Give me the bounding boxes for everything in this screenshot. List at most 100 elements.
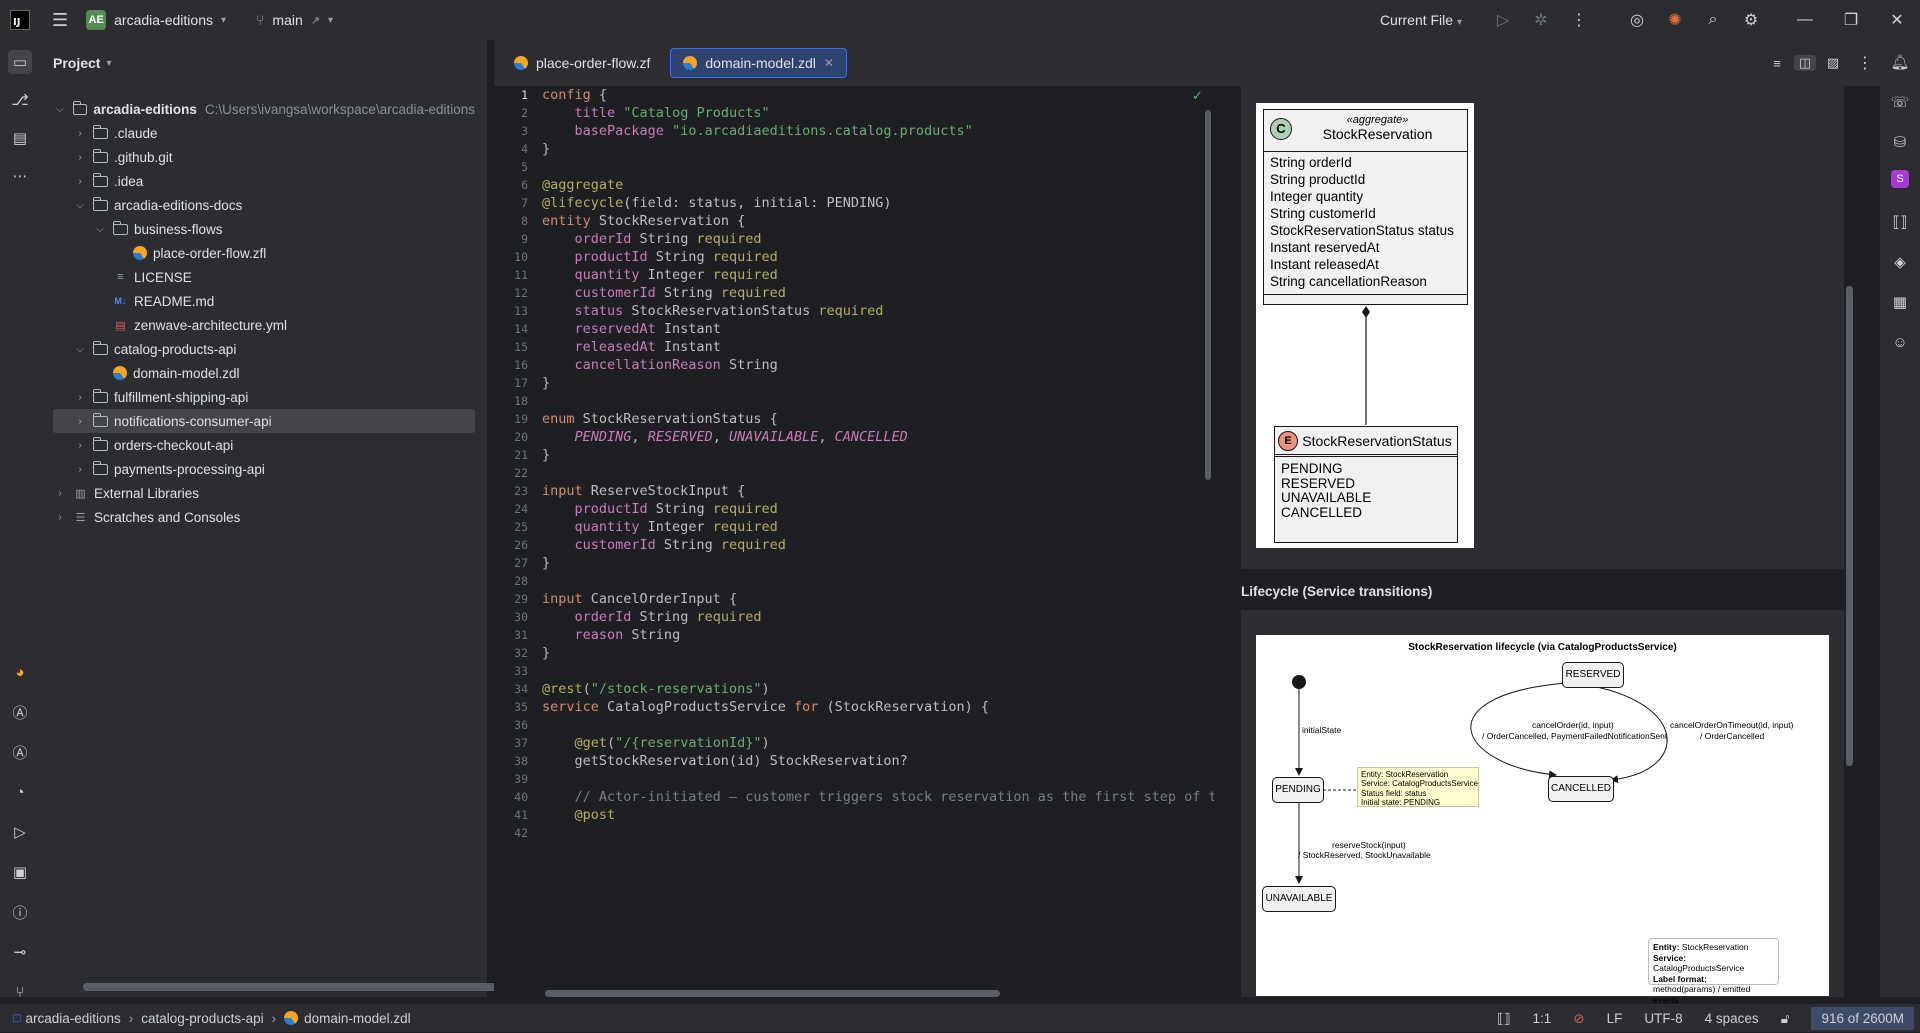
chevron-down-icon[interactable]: ⌵ — [53, 104, 67, 115]
tree-item[interactable]: domain-model.zdl — [53, 361, 475, 385]
restore-icon[interactable]: ❐ — [1828, 10, 1874, 30]
notifications-icon[interactable]: 🔔︎ — [1888, 50, 1912, 74]
tree-item[interactable]: ≡ LICENSE — [53, 265, 475, 289]
chevron-down-icon[interactable]: ⌵ — [73, 200, 87, 211]
code-line: } — [542, 555, 551, 571]
git-commit-icon[interactable]: ⊸ — [8, 940, 32, 964]
main-menu-icon[interactable]: ☰ — [52, 10, 68, 31]
code-line: basePackage "io.arcadiaeditions.catalog.… — [574, 123, 973, 139]
split-view-icon[interactable]: ◫ — [1794, 55, 1816, 71]
debug-icon[interactable]: ✲ — [1522, 10, 1560, 30]
more-actions-icon[interactable]: ⋮ — [1560, 10, 1598, 30]
copilot-icon[interactable]: ◈ — [1888, 250, 1912, 274]
tab-place-order-flow[interactable]: place-order-flow.zf — [502, 48, 662, 78]
tree-item[interactable]: › fulfillment-shipping-api — [53, 385, 475, 409]
breadcrumb-file[interactable]: domain-model.zdl — [304, 1011, 411, 1026]
project-switcher[interactable]: AE arcadia-editions ▾ — [86, 10, 226, 30]
line-separator[interactable]: LF — [1607, 1011, 1623, 1026]
tree-item-label: External Libraries — [94, 485, 200, 501]
tree-item[interactable]: › ▥ External Libraries — [53, 481, 475, 505]
entity-name: StockReservation — [1322, 126, 1433, 142]
preview-vertical-scrollbar[interactable] — [1846, 286, 1853, 766]
line-number: 37 — [514, 736, 528, 750]
problems-icon[interactable]: ⓘ — [8, 900, 32, 924]
terminal-icon[interactable]: ▣ — [8, 860, 32, 884]
folder-icon — [93, 172, 108, 187]
endpoints-icon[interactable]: ⟦⟧ — [1888, 210, 1912, 234]
read-only-lock-icon[interactable]: 🔓︎ — [1781, 1011, 1790, 1027]
tree-item[interactable]: › notifications-consumer-api — [53, 409, 475, 433]
code-line: customerId String required — [574, 537, 786, 553]
claude-icon[interactable]: ✺ — [1656, 10, 1694, 30]
close-tab-icon[interactable]: ✕ — [824, 56, 834, 70]
project-panel-header[interactable]: Project ▾ — [40, 40, 487, 86]
chevron-down-icon[interactable]: ⌵ — [93, 224, 107, 235]
editor-only-view-icon[interactable]: ≡ — [1766, 56, 1788, 71]
plugin-s-icon[interactable]: S — [1891, 170, 1909, 188]
chevron-right-icon[interactable]: › — [73, 128, 87, 139]
chevron-right-icon[interactable]: › — [53, 512, 67, 523]
more-tools-icon[interactable]: ⋯ — [8, 164, 32, 188]
assistant-icon[interactable]: ☺ — [1888, 330, 1912, 354]
services-icon[interactable]: ▷ — [8, 820, 32, 844]
chevron-right-icon[interactable]: › — [73, 440, 87, 451]
tree-item[interactable]: › .idea — [53, 169, 475, 193]
run-icon[interactable]: ▷ — [1484, 10, 1522, 30]
tree-item[interactable]: › .claude — [53, 121, 475, 145]
project-tool-icon[interactable]: ▭ — [8, 50, 32, 74]
tree-item[interactable]: ▤ zenwave-architecture.yml — [53, 313, 475, 337]
tree-item[interactable]: › orders-checkout-api — [53, 433, 475, 457]
chevron-right-icon[interactable]: › — [53, 488, 67, 499]
tree-item[interactable]: ⌵ arcadia-editions C:\Users\ivangsa\worksp… — [53, 97, 475, 121]
profiler-icon[interactable]: ◔ — [8, 780, 32, 804]
search-icon[interactable]: ⌕ — [1694, 11, 1732, 29]
chevron-right-icon[interactable]: › — [73, 464, 87, 475]
memory-indicator[interactable]: 916 of 2600M — [1811, 1007, 1914, 1030]
tree-item[interactable]: M↓ README.md — [53, 289, 475, 313]
more-actions-icon[interactable]: ⋮ — [1850, 53, 1880, 73]
code-vision-icon[interactable]: ⟦⟧ — [1497, 1011, 1510, 1027]
tree-item[interactable]: › .github.git — [53, 145, 475, 169]
close-icon[interactable]: ✕ — [1874, 10, 1920, 30]
indent-setting[interactable]: 4 spaces — [1705, 1011, 1759, 1026]
no-vcs-icon[interactable]: ⊘ — [1573, 1011, 1584, 1027]
project-path: C:\Users\ivangsa\workspace\arcadia-editi… — [204, 101, 475, 117]
tab-domain-model[interactable]: domain-model.zdl ✕ — [670, 48, 847, 78]
chevron-right-icon[interactable]: › — [73, 176, 87, 187]
code-editor[interactable]: 1 2 3 4 5 6 7 8 9 10 11 12 13 14 15 16 17 18 19 20 21 22 23 24 2… — [494, 86, 1214, 997]
git-branch-icon[interactable]: ⑂ — [8, 980, 32, 1004]
project-horizontal-scrollbar[interactable] — [83, 983, 515, 991]
breadcrumb-module[interactable]: catalog-products-api — [141, 1011, 263, 1026]
commit-tool-icon[interactable]: ⎇ — [8, 88, 32, 112]
vcs-branch-switcher[interactable]: ⑂ main ↗ ▾ — [256, 12, 333, 28]
tree-item[interactable]: ⌵ catalog-products-api — [53, 337, 475, 361]
tree-item[interactable]: place-order-flow.zfl — [53, 241, 475, 265]
run-config-selector[interactable]: Current File ▾ — [1380, 12, 1462, 28]
editor-vertical-scrollbar[interactable] — [1205, 110, 1211, 480]
database-icon[interactable]: ⛁ — [1888, 130, 1912, 154]
preview-only-view-icon[interactable]: ▨ — [1822, 55, 1844, 71]
ant-icon-2[interactable]: Ⓐ — [8, 740, 32, 764]
ant-icon-1[interactable]: Ⓐ — [8, 700, 32, 724]
ai-assistant-icon[interactable]: ◎ — [1618, 10, 1656, 30]
inspection-ok-icon[interactable]: ✓ — [1192, 88, 1203, 104]
chevron-right-icon[interactable]: › — [73, 416, 87, 427]
minimize-icon[interactable]: — — [1782, 11, 1828, 29]
ide-logo-icon[interactable]: IJ — [10, 10, 30, 30]
tree-item[interactable]: › payments-processing-api — [53, 457, 475, 481]
tree-item[interactable]: › ☰ Scratches and Consoles — [53, 505, 475, 529]
chevron-right-icon[interactable]: › — [73, 392, 87, 403]
chevron-right-icon[interactable]: › — [73, 152, 87, 163]
breadcrumb-project[interactable]: arcadia-editions — [25, 1011, 120, 1026]
file-encoding[interactable]: UTF-8 — [1644, 1011, 1682, 1026]
editor-horizontal-scrollbar[interactable] — [545, 990, 1000, 997]
tree-item[interactable]: ⌵ business-flows — [53, 217, 475, 241]
chevron-down-icon[interactable]: ⌵ — [73, 344, 87, 355]
zenwave-icon[interactable]: ◕ — [8, 660, 32, 684]
tree-item[interactable]: ⌵ arcadia-editions-docs — [53, 193, 475, 217]
chat-icon[interactable]: ☏ — [1888, 90, 1912, 114]
settings-gear-icon[interactable]: ⚙ — [1732, 10, 1770, 30]
readme-icon[interactable]: ▦ — [1888, 290, 1912, 314]
caret-position[interactable]: 1:1 — [1533, 1011, 1552, 1026]
structure-tool-icon[interactable]: ▤ — [8, 126, 32, 150]
